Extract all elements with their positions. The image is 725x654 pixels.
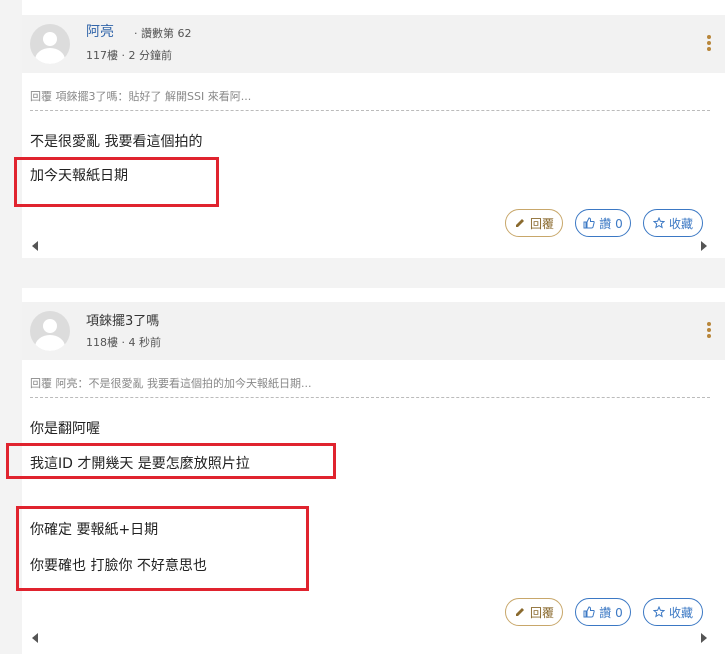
pencil-icon bbox=[515, 608, 524, 616]
highlight-box bbox=[16, 506, 309, 591]
thumbs-up-icon bbox=[583, 217, 595, 229]
scroll-left-icon[interactable] bbox=[32, 633, 38, 643]
floor-time: 118樓 · 4 秒前 bbox=[86, 336, 161, 349]
star-icon bbox=[652, 217, 665, 229]
author-name[interactable]: 項錸擺3了嗎 bbox=[86, 310, 159, 329]
comment-header: 阿亮 · 讚數第 62 117樓 · 2 分鐘前 bbox=[22, 15, 725, 73]
scroll-right-icon[interactable] bbox=[701, 241, 707, 251]
like-label: 讚 0 bbox=[599, 216, 623, 231]
author-name[interactable]: 阿亮 bbox=[86, 21, 114, 41]
favorite-button[interactable]: 收藏 bbox=[643, 598, 703, 626]
comment-header: 項錸擺3了嗎 118樓 · 4 秒前 bbox=[22, 302, 725, 360]
star-icon bbox=[652, 606, 665, 618]
reply-quote[interactable]: 回覆 阿亮：不是很愛亂 我要看這個拍的加今天報紙日期... bbox=[30, 375, 710, 398]
favorite-label: 收藏 bbox=[668, 605, 693, 620]
favorite-label: 收藏 bbox=[668, 216, 693, 231]
comment-post: 阿亮 · 讚數第 62 117樓 · 2 分鐘前 回覆 項錸擺3了嗎：貼好了 解… bbox=[22, 0, 725, 258]
avatar[interactable] bbox=[30, 311, 70, 351]
scroll-left-icon[interactable] bbox=[32, 241, 38, 251]
horizontal-scrollbar[interactable] bbox=[32, 241, 707, 251]
highlight-box bbox=[6, 443, 336, 479]
like-button[interactable]: 讚 0 bbox=[575, 598, 631, 626]
comment-text: 你是翻阿喔 bbox=[30, 421, 100, 437]
scroll-right-icon[interactable] bbox=[701, 633, 707, 643]
highlight-box bbox=[14, 157, 219, 207]
more-menu-icon[interactable] bbox=[707, 322, 711, 338]
reply-quote[interactable]: 回覆 項錸擺3了嗎：貼好了 解開SSI 來看阿... bbox=[30, 88, 710, 111]
floor-time: 117樓 · 2 分鐘前 bbox=[86, 49, 172, 62]
like-label: 讚 0 bbox=[599, 605, 623, 620]
reply-button[interactable]: 回覆 bbox=[505, 598, 563, 626]
reply-label: 回覆 bbox=[529, 605, 554, 620]
reply-label: 回覆 bbox=[529, 216, 554, 231]
horizontal-scrollbar[interactable] bbox=[32, 633, 707, 643]
favorite-button[interactable]: 收藏 bbox=[643, 209, 703, 237]
comment-text: 不是很愛亂 我要看這個拍的 bbox=[30, 134, 203, 150]
pencil-icon bbox=[515, 219, 524, 227]
like-rank: · 讚數第 62 bbox=[134, 27, 192, 40]
more-menu-icon[interactable] bbox=[707, 35, 711, 51]
like-button[interactable]: 讚 0 bbox=[575, 209, 631, 237]
avatar[interactable] bbox=[30, 24, 70, 64]
reply-button[interactable]: 回覆 bbox=[505, 209, 563, 237]
thumbs-up-icon bbox=[583, 606, 595, 618]
